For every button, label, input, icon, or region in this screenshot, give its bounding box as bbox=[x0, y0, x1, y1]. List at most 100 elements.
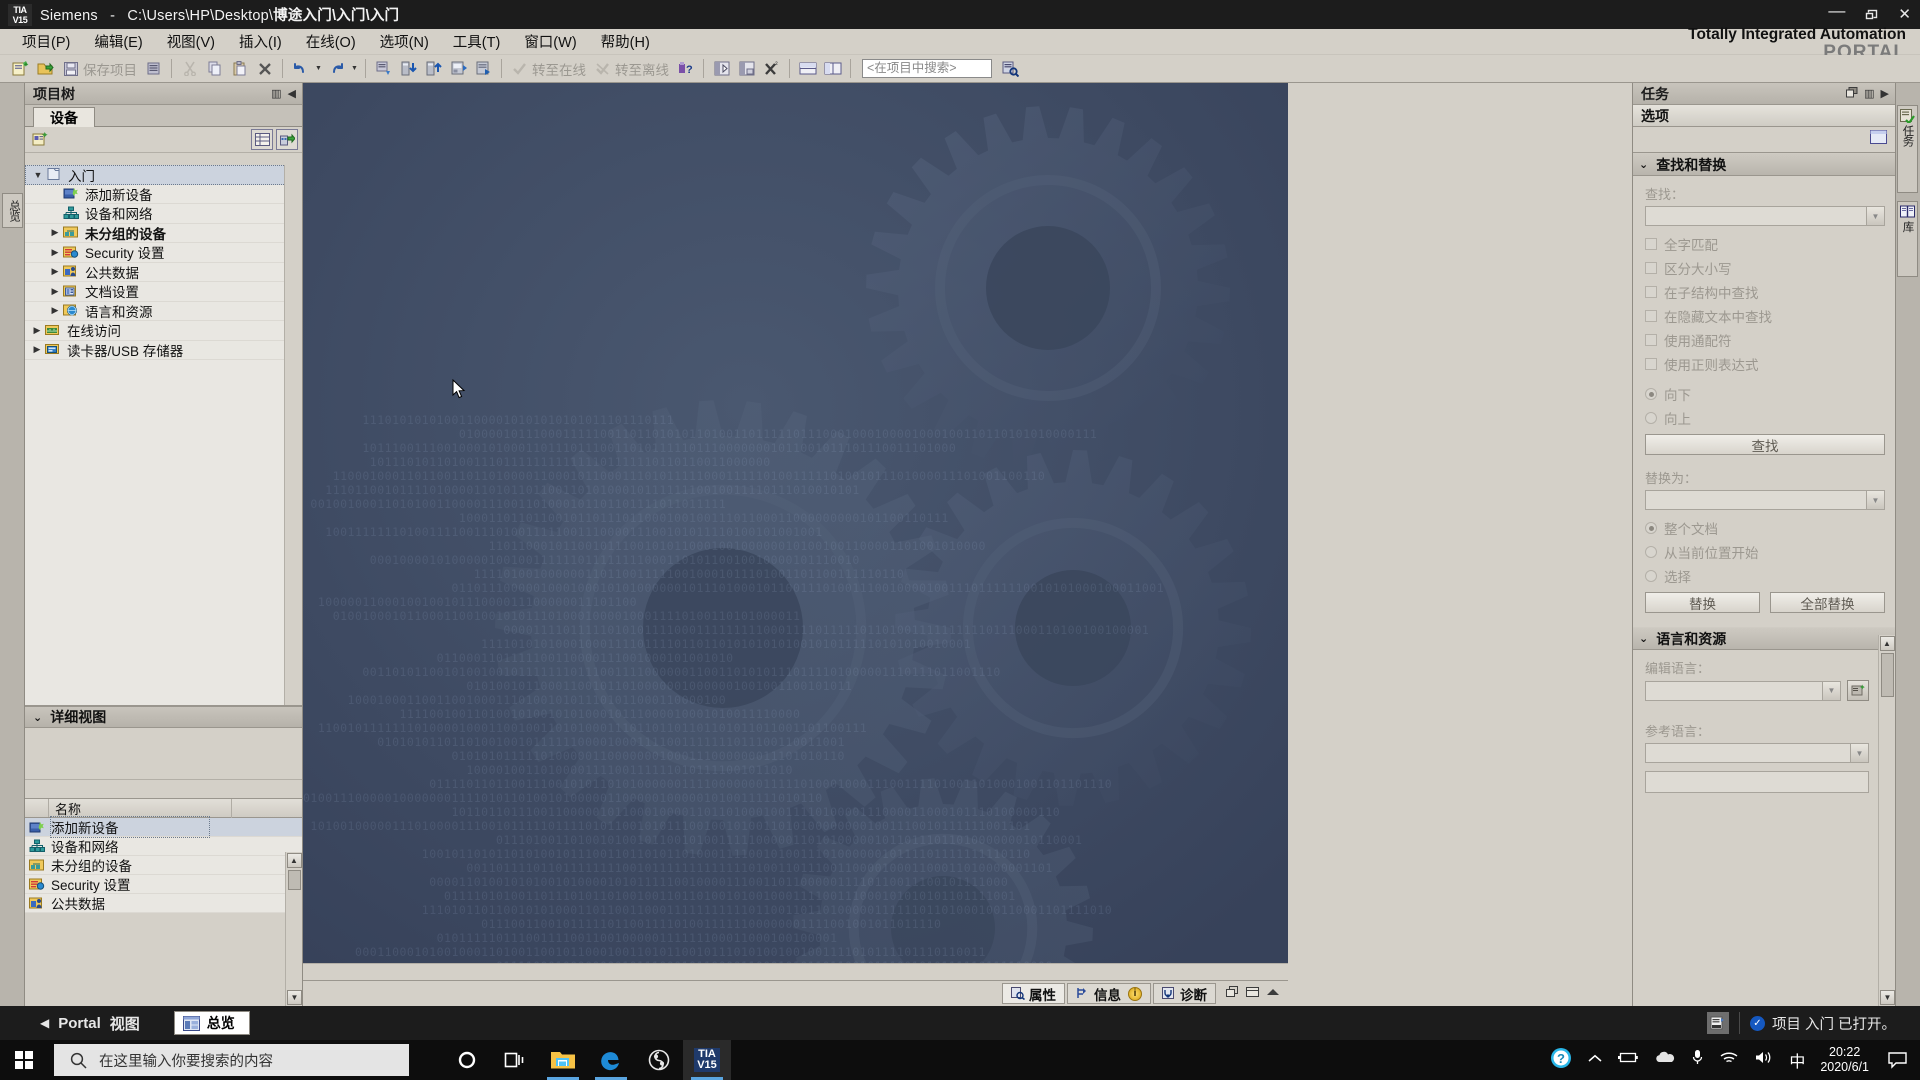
action-center-icon[interactable] bbox=[1884, 1040, 1910, 1080]
microphone-icon[interactable] bbox=[1691, 1049, 1704, 1071]
clock[interactable]: 20:22 2020/6/1 bbox=[1820, 1045, 1869, 1075]
edit-language-settings-button[interactable]: ✦ bbox=[1847, 680, 1869, 701]
radio-icon[interactable] bbox=[1645, 388, 1657, 400]
expand-arrow-icon[interactable]: ▶ bbox=[29, 325, 45, 336]
section-header-languages[interactable]: ⌄ 语言和资源 bbox=[1633, 627, 1895, 650]
expand-arrow-icon[interactable]: ▶ bbox=[29, 344, 45, 355]
windows-search-input[interactable]: 在这里输入你要搜索的内容 bbox=[54, 1044, 409, 1076]
status-project-icon[interactable] bbox=[1706, 1012, 1729, 1034]
collapse-task-panel-icon[interactable]: ▶ bbox=[1881, 87, 1889, 100]
task-panel-scrollbar[interactable]: ▲ ▼ bbox=[1878, 635, 1895, 1006]
cortana-icon[interactable] bbox=[443, 1040, 491, 1080]
radio-row[interactable]: 整个文档 bbox=[1645, 516, 1885, 540]
detail-row[interactable]: 未分组的设备 bbox=[25, 856, 302, 875]
detail-row[interactable]: 公共数据 bbox=[25, 894, 302, 913]
menu-item-view[interactable]: 视图(V) bbox=[155, 29, 227, 54]
detail-scroll-down-button[interactable]: ▼ bbox=[287, 990, 302, 1005]
menu-item-window[interactable]: 窗口(W) bbox=[512, 29, 588, 54]
detail-view-scrollbar[interactable]: ▲ ▼ bbox=[285, 852, 302, 1006]
save-project-icon[interactable] bbox=[59, 58, 82, 80]
edit-language-combo[interactable]: ▼ bbox=[1645, 680, 1841, 701]
tree-node[interactable]: ▶ Security 设置 bbox=[25, 243, 302, 263]
checkbox-row[interactable]: 在隐藏文本中查找 bbox=[1645, 304, 1885, 328]
checkbox-row[interactable]: 使用正则表达式 bbox=[1645, 352, 1885, 376]
expand-arrow-icon[interactable]: ▶ bbox=[47, 305, 63, 316]
tree-node[interactable]: · 添加新设备 bbox=[25, 185, 302, 204]
goto-online-icon[interactable] bbox=[508, 58, 531, 80]
tree-node[interactable]: · 设备和网络 bbox=[25, 204, 302, 224]
task-panel-window-icon[interactable] bbox=[1870, 130, 1887, 149]
radio-row[interactable]: 向下 bbox=[1645, 382, 1885, 406]
menu-item-tools[interactable]: 工具(T) bbox=[441, 29, 513, 54]
search-in-project-icon[interactable] bbox=[999, 58, 1022, 80]
tree-node[interactable]: ▼ 入门 bbox=[25, 165, 302, 185]
task-scroll-thumb[interactable] bbox=[1880, 653, 1894, 697]
open-project-icon[interactable] bbox=[34, 58, 57, 80]
checkbox-icon[interactable] bbox=[1645, 262, 1657, 274]
close-button[interactable]: ✕ bbox=[1895, 7, 1914, 22]
new-project-icon[interactable]: ✦ bbox=[9, 58, 32, 80]
chevron-down-icon[interactable]: ⌄ bbox=[1639, 632, 1648, 645]
volume-icon[interactable] bbox=[1754, 1050, 1774, 1070]
detail-row[interactable]: 设备和网络 bbox=[25, 837, 302, 856]
save-project-label[interactable]: 保存项目 bbox=[83, 59, 137, 79]
delete-icon[interactable] bbox=[253, 58, 276, 80]
checkbox-icon[interactable] bbox=[1645, 286, 1657, 298]
battery-icon[interactable] bbox=[1617, 1051, 1639, 1069]
tree-node[interactable]: ▶ 文档设置 bbox=[25, 282, 302, 302]
wifi-icon[interactable] bbox=[1719, 1050, 1739, 1070]
project-tree-scroll-gutter[interactable] bbox=[284, 165, 302, 705]
tree-node[interactable]: ▶ 公共数据 bbox=[25, 263, 302, 282]
menu-item-online[interactable]: 在线(O) bbox=[294, 29, 368, 54]
goto-offline-icon[interactable] bbox=[591, 58, 614, 80]
rtab-libraries[interactable]: 库 bbox=[1897, 201, 1918, 277]
start-simulation-icon[interactable] bbox=[447, 58, 470, 80]
replace-input[interactable]: ▼ bbox=[1645, 490, 1885, 510]
save-as-icon[interactable] bbox=[142, 58, 165, 80]
find-button[interactable]: 查找 bbox=[1645, 434, 1885, 455]
vtab-overview[interactable]: 总览 bbox=[2, 193, 23, 228]
reference-language-combo[interactable]: ▼ bbox=[1645, 743, 1869, 763]
collapse-arrow-icon[interactable]: ▼ bbox=[30, 170, 46, 180]
expand-arrow-icon[interactable]: ▶ bbox=[47, 227, 63, 238]
radio-row[interactable]: 从当前位置开始 bbox=[1645, 540, 1885, 564]
radio-icon[interactable] bbox=[1645, 522, 1657, 534]
help-icon[interactable]: ? bbox=[1549, 1046, 1573, 1075]
goto-online-label[interactable]: 转至在线 bbox=[532, 59, 586, 79]
rtab-tasks[interactable]: 任务 bbox=[1897, 105, 1918, 193]
obs-icon[interactable] bbox=[635, 1040, 683, 1080]
menu-item-options[interactable]: 选项(N) bbox=[368, 29, 441, 54]
overview-button[interactable]: 总览 bbox=[173, 1011, 250, 1035]
section-header-find-replace[interactable]: ⌄ 查找和替换 bbox=[1633, 153, 1895, 176]
tab-devices[interactable]: 设备 bbox=[33, 107, 95, 128]
detail-scroll-up-button[interactable]: ▲ bbox=[286, 853, 302, 868]
menu-item-project[interactable]: 项目(P) bbox=[10, 29, 82, 54]
checkbox-row[interactable]: 使用通配符 bbox=[1645, 328, 1885, 352]
onedrive-icon[interactable] bbox=[1654, 1051, 1676, 1069]
expand-arrow-icon[interactable]: ▶ bbox=[47, 286, 63, 297]
tia-portal-icon[interactable]: TIA V15 bbox=[683, 1040, 731, 1080]
copy-icon[interactable] bbox=[203, 58, 226, 80]
undo-icon[interactable] bbox=[289, 58, 312, 80]
detail-scroll-thumb[interactable] bbox=[287, 870, 301, 890]
expand-arrow-icon[interactable]: ▶ bbox=[47, 266, 63, 277]
undo-dropdown-icon[interactable]: ▼ bbox=[314, 58, 323, 80]
detail-row[interactable]: 添加新设备 bbox=[25, 816, 302, 838]
tree-node[interactable]: ▶ 读卡器/USB 存储器 bbox=[25, 341, 302, 360]
radio-icon[interactable] bbox=[1645, 570, 1657, 582]
columns-icon[interactable]: ▥ bbox=[1864, 87, 1874, 100]
show-hide-right-panel-icon[interactable] bbox=[735, 58, 758, 80]
chevron-down-icon[interactable]: ⌄ bbox=[33, 711, 42, 724]
minimize-pane-icon[interactable] bbox=[1246, 985, 1259, 1003]
find-input[interactable]: ▼ bbox=[1645, 206, 1885, 226]
float-panel-icon[interactable] bbox=[1846, 86, 1858, 101]
expand-arrow-icon[interactable]: ▶ bbox=[47, 247, 63, 258]
tree-node[interactable]: ▶ 语言和资源 bbox=[25, 302, 302, 321]
redo-icon[interactable] bbox=[325, 58, 348, 80]
reference-language-list[interactable] bbox=[1645, 771, 1869, 793]
start-button[interactable] bbox=[0, 1040, 48, 1080]
upload-from-device-icon[interactable] bbox=[422, 58, 445, 80]
project-tree-body[interactable]: ▼入门·添加新设备·设备和网络▶未分组的设备▶Security 设置▶公共数据▶… bbox=[25, 165, 302, 706]
show-hidden-icons-chevron-icon[interactable] bbox=[1588, 1053, 1602, 1067]
maximize-button[interactable] bbox=[1862, 9, 1881, 21]
